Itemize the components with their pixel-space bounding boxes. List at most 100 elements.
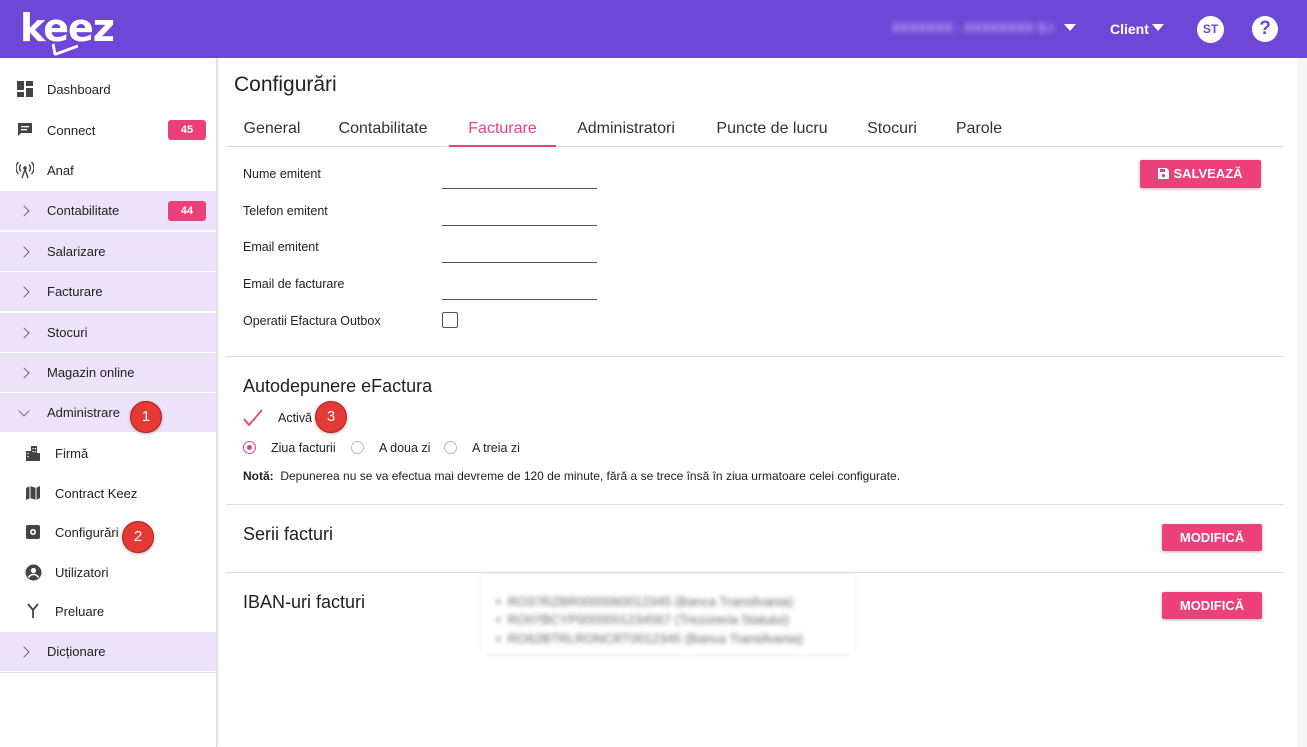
- sidebar-item-anaf[interactable]: Anaf: [0, 150, 216, 190]
- sidebar-item-label: Connect: [47, 122, 96, 138]
- company-selector[interactable]: XXXXXXX - XXXXXXXX S.R.L.: [892, 20, 1052, 36]
- note-text: Notă: Depunerea nu se va efectua mai dev…: [243, 469, 900, 483]
- sidebar-item-preluare[interactable]: Preluare: [0, 591, 216, 631]
- map-icon: [24, 484, 42, 502]
- tab-puncte-de-lucru[interactable]: Puncte de lucru: [696, 110, 848, 147]
- operatii-outbox-checkbox[interactable]: [442, 312, 458, 328]
- nume-emitent-label: Nume emitent: [243, 167, 321, 181]
- sidebar-item-dashboard[interactable]: Dashboard: [0, 69, 216, 109]
- telefon-emitent-label: Telefon emitent: [243, 204, 328, 218]
- iban-item: • RO62BTRLRONCRT0012345 (Banca Transilva…: [496, 631, 804, 646]
- radio-ziua-facturii-label: Ziua facturii: [271, 441, 336, 455]
- top-bar: keez XXXXXXX - XXXXXXXX S.R.L. Client ST…: [0, 0, 1307, 58]
- radio-ziua-facturii[interactable]: [243, 441, 256, 454]
- user-icon: [24, 563, 42, 581]
- client-dropdown-icon[interactable]: [1152, 24, 1164, 31]
- sidebar-item-connect[interactable]: Connect 45: [0, 110, 216, 150]
- active-checkbox[interactable]: [243, 408, 263, 428]
- sidebar-item-label: Firmă: [55, 445, 89, 461]
- iban-item: • RO07BCYP0000001234567 (Trezoreria Stat…: [496, 612, 790, 627]
- sidebar-divider: [0, 672, 216, 673]
- save-icon: [1158, 168, 1170, 179]
- chat-icon: [16, 121, 34, 139]
- radio-a-doua-zi[interactable]: [351, 441, 364, 454]
- note-label: Notă:: [243, 469, 274, 483]
- chevron-right-icon: [18, 367, 30, 379]
- sidebar-item-utilizatori[interactable]: Utilizatori: [0, 552, 216, 592]
- chevron-right-icon: [18, 205, 30, 217]
- sidebar-item-label: Stocuri: [47, 325, 88, 340]
- note-content: Depunerea nu se va efectua mai devreme d…: [280, 469, 901, 483]
- modify-serii-button[interactable]: MODIFICĂ: [1162, 524, 1262, 551]
- sidebar-item-label: Dashboard: [47, 81, 111, 97]
- sidebar-item-magazin-online[interactable]: Magazin online: [0, 353, 216, 393]
- save-button[interactable]: SALVEAZĂ: [1140, 160, 1261, 188]
- radio-a-treia-zi[interactable]: [444, 441, 457, 454]
- page-title: Configurări: [234, 73, 337, 96]
- chevron-right-icon: [18, 286, 30, 298]
- chevron-right-icon: [18, 246, 30, 258]
- sidebar-item-salarizare[interactable]: Salarizare: [0, 232, 216, 272]
- connect-count-badge: 45: [168, 120, 206, 140]
- sidebar-item-label: Contract Keez: [55, 485, 138, 501]
- modify-iban-button[interactable]: MODIFICĂ: [1162, 592, 1262, 619]
- section-divider: [226, 504, 1283, 505]
- iban-facturi-title: IBAN-uri facturi: [243, 592, 366, 612]
- sidebar-item-label: Dicționare: [47, 644, 106, 659]
- contabilitate-count-badge: 44: [168, 201, 206, 221]
- tab-administratori[interactable]: Administratori: [556, 110, 696, 147]
- email-emitent-label: Email emitent: [243, 240, 319, 254]
- tab-bar: General Contabilitate Facturare Administ…: [226, 110, 1283, 147]
- email-facturare-label: Email de facturare: [243, 277, 345, 291]
- tab-stocuri[interactable]: Stocuri: [848, 110, 936, 147]
- sidebar-item-label: Administrare: [47, 405, 120, 420]
- chevron-right-icon: [18, 327, 30, 339]
- active-label: Activă: [278, 411, 313, 425]
- sidebar-item-label: Facturare: [47, 284, 103, 299]
- email-facturare-field[interactable]: [442, 299, 597, 300]
- sidebar-item-label: Configurări: [55, 524, 119, 540]
- section-divider: [226, 356, 1283, 357]
- antenna-icon: [16, 161, 34, 179]
- dashboard-icon: [16, 80, 34, 98]
- email-emitent-field[interactable]: [442, 262, 597, 263]
- chevron-right-icon: [18, 646, 30, 658]
- sidebar-item-label: Magazin online: [47, 365, 135, 380]
- sidebar-item-label: Salarizare: [47, 244, 106, 259]
- section-divider: [226, 572, 1283, 573]
- radio-a-doua-zi-label: A doua zi: [379, 441, 431, 455]
- operatii-outbox-label: Operatii Efactura Outbox: [243, 314, 381, 328]
- client-selector[interactable]: Client: [1110, 21, 1149, 37]
- company-dropdown-icon[interactable]: [1064, 24, 1076, 31]
- sidebar-item-label: Contabilitate: [47, 203, 120, 218]
- telefon-emitent-field[interactable]: [442, 225, 597, 226]
- radio-a-treia-zi-label: A treia zi: [472, 441, 520, 455]
- sidebar-item-administrare[interactable]: Administrare: [0, 393, 216, 433]
- sidebar-item-contract-keez[interactable]: Contract Keez: [0, 473, 216, 513]
- help-icon[interactable]: ?: [1252, 16, 1278, 42]
- sidebar-item-label: Utilizatori: [55, 564, 109, 580]
- checkmark-icon: [243, 409, 263, 427]
- scrollbar[interactable]: [1297, 58, 1307, 747]
- nume-emitent-field[interactable]: [442, 188, 597, 189]
- sidebar-item-dictionare[interactable]: Dicționare: [0, 632, 216, 672]
- iban-list: • RO37RZBR0000060012345 (Banca Transilva…: [482, 574, 854, 654]
- sidebar-item-contabilitate[interactable]: Contabilitate 44: [0, 191, 216, 231]
- sidebar-item-facturare[interactable]: Facturare: [0, 272, 216, 312]
- tab-parole[interactable]: Parole: [936, 110, 1022, 147]
- tab-contabilitate[interactable]: Contabilitate: [318, 110, 448, 147]
- tab-general[interactable]: General: [226, 110, 318, 147]
- sidebar-item-stocuri[interactable]: Stocuri: [0, 313, 216, 353]
- sidebar-item-firma[interactable]: Firmă: [0, 433, 216, 473]
- annotation-marker-2: 2: [122, 521, 154, 553]
- sidebar-item-label: Anaf: [47, 162, 74, 178]
- avatar[interactable]: ST: [1197, 16, 1224, 43]
- building-icon: [24, 444, 42, 462]
- autodepunere-title: Autodepunere eFactura: [243, 376, 433, 396]
- settings-icon: [24, 523, 42, 541]
- tab-facturare[interactable]: Facturare: [449, 110, 556, 147]
- sidebar-item-configurari[interactable]: Configurări: [0, 512, 216, 552]
- sidebar-item-label: Preluare: [55, 603, 105, 619]
- serii-facturi-title: Serii facturi: [243, 524, 334, 544]
- sidebar: Dashboard Connect 45 Anaf Contabilitate …: [0, 58, 217, 747]
